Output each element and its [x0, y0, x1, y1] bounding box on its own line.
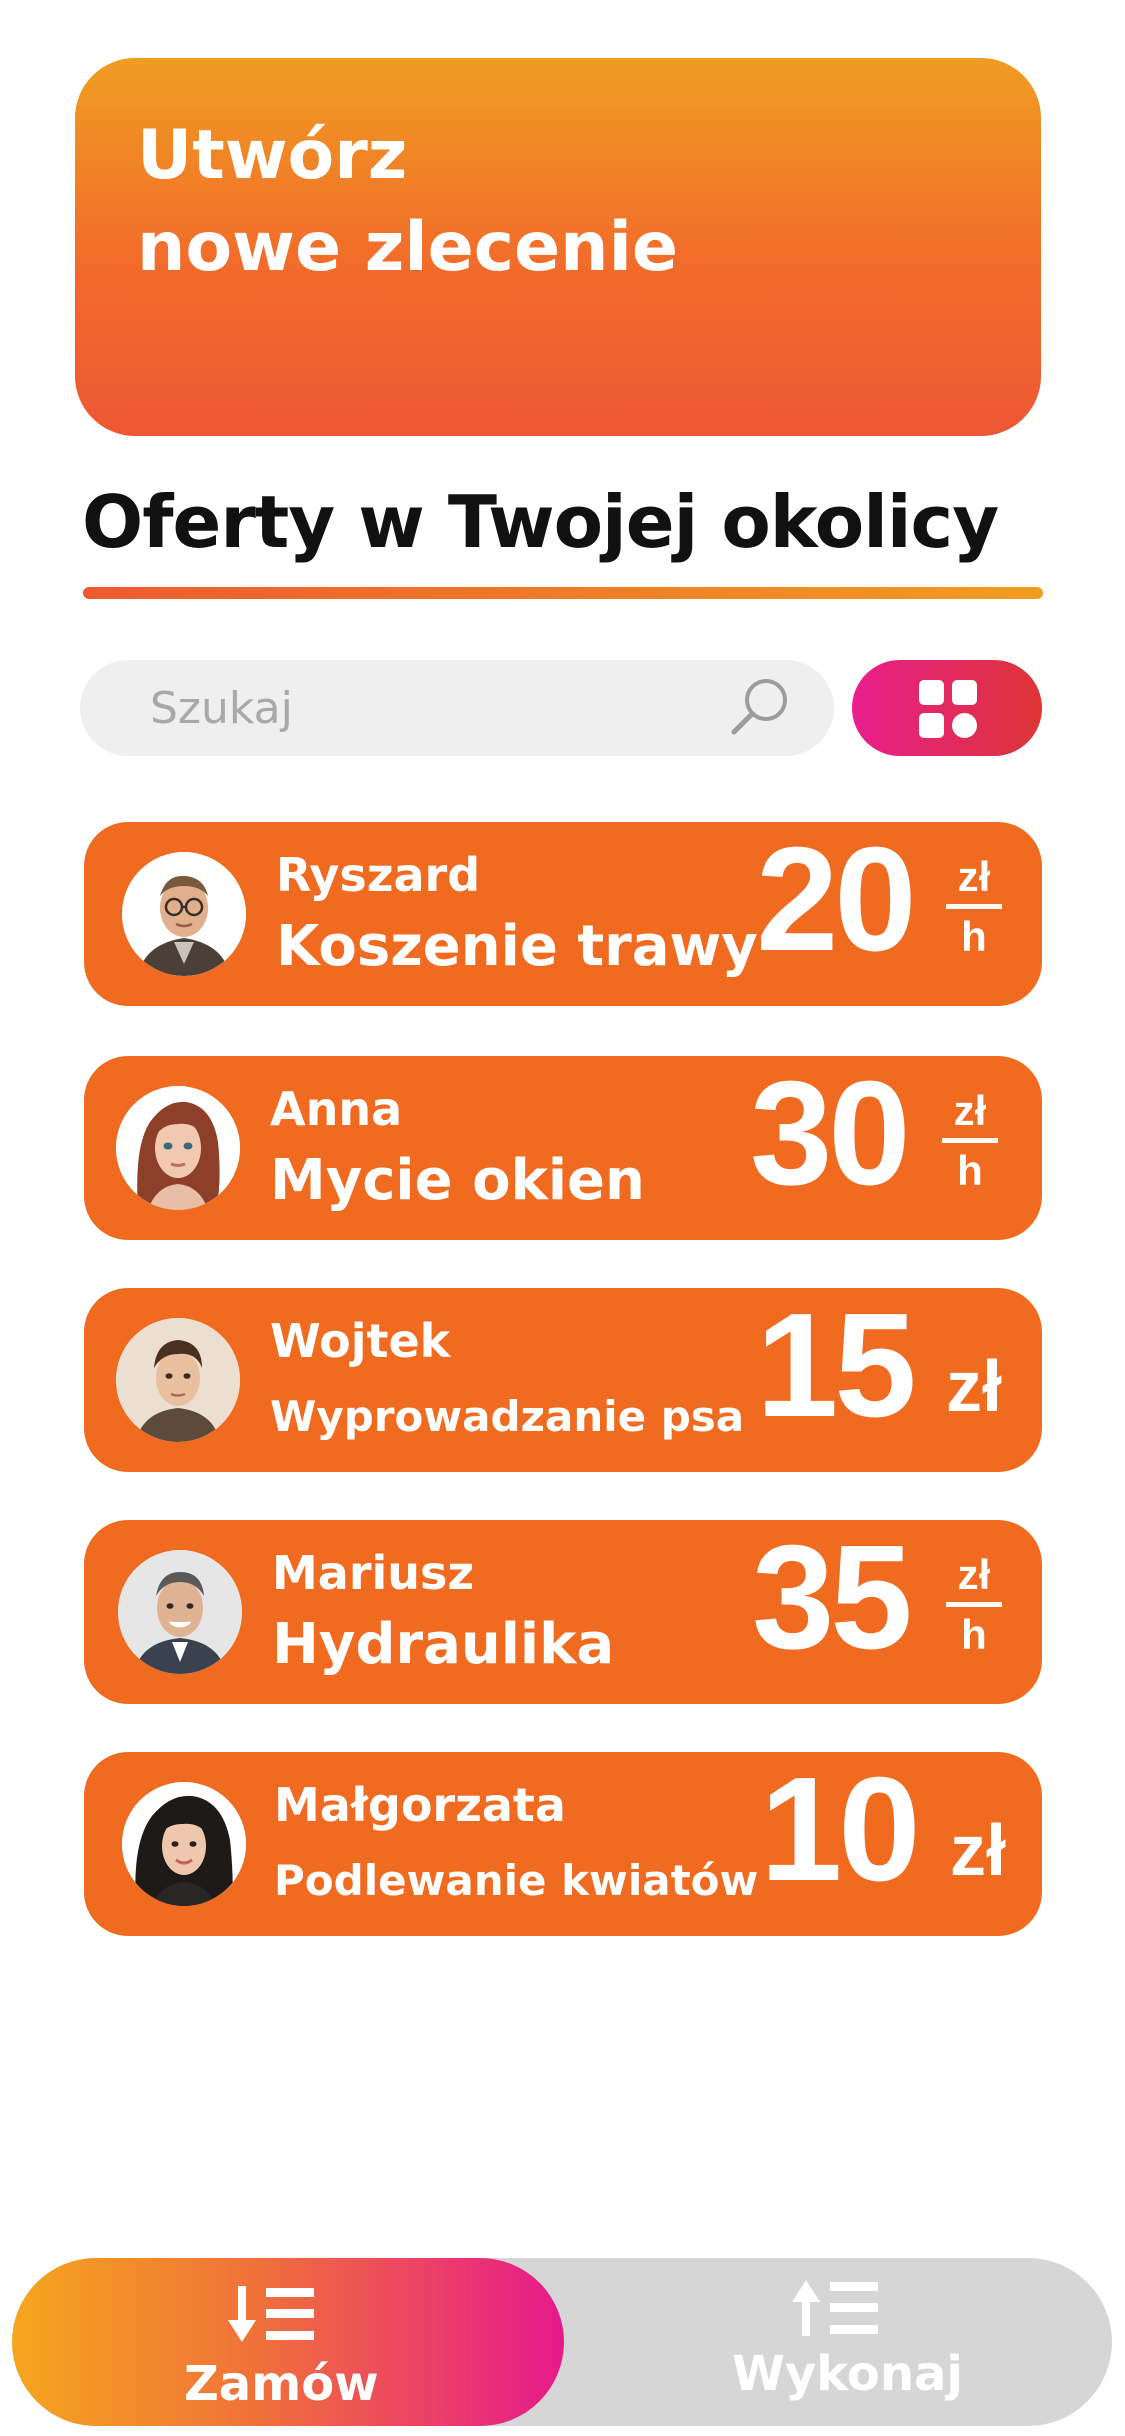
create-order-button[interactable]: Utwórz nowe zlecenie [75, 58, 1041, 436]
nav-execute-label: Wykonaj [732, 2346, 963, 2402]
price-unit-currency: zł [953, 1087, 987, 1134]
offer-price: 30 [750, 1051, 911, 1216]
create-order-line2: nowe zlecenie [137, 208, 679, 287]
nav-order-button[interactable]: Zamów [12, 2258, 564, 2426]
sort-down-list-icon [228, 2286, 314, 2342]
offer-service: Wyprowadzanie psa [270, 1392, 745, 1441]
offer-price: 20 [756, 817, 917, 982]
offer-card[interactable]: Mariusz Hydraulika 35 zł h [84, 1520, 1042, 1704]
create-order-line1: Utwórz [137, 116, 408, 195]
offer-card[interactable]: Anna Mycie okien 30 zł h [84, 1056, 1042, 1240]
view-toggle-button[interactable] [852, 660, 1042, 756]
offer-card[interactable]: Małgorzata Podlewanie kwiatów 10 zł [84, 1752, 1042, 1936]
title-underline [83, 587, 1043, 599]
woman-red-hair-avatar [116, 1086, 240, 1210]
nav-execute-button[interactable]: Wykonaj [564, 2258, 1112, 2426]
price-unit-hour: h [961, 913, 987, 960]
page-title: Oferty w Twojej okolicy [82, 480, 999, 564]
price-unit-hour: h [961, 1611, 987, 1658]
price-unit-currency: zł [957, 853, 991, 900]
grid-view-icon [919, 680, 977, 738]
search-input[interactable] [150, 678, 710, 738]
offer-provider-name: Mariusz [272, 1546, 475, 1600]
search-icon[interactable] [724, 672, 796, 744]
offer-card[interactable]: Ryszard Koszenie trawy 20 zł h [84, 822, 1042, 1006]
man-glasses-avatar [122, 852, 246, 976]
man-suit-avatar [118, 1550, 242, 1674]
offer-service: Mycie okien [270, 1148, 645, 1213]
offer-provider-name: Małgorzata [274, 1778, 566, 1832]
offer-service: Koszenie trawy [276, 914, 758, 979]
price-unit: zł h [946, 1550, 1002, 1670]
offer-service: Hydraulika [272, 1612, 615, 1677]
offer-price: 10 [760, 1747, 921, 1912]
offer-price: 15 [756, 1283, 917, 1448]
offer-provider-name: Anna [270, 1082, 403, 1136]
offer-card[interactable]: Wojtek Wyprowadzanie psa 15 zł [84, 1288, 1042, 1472]
offer-price: 35 [752, 1515, 913, 1680]
price-unit-currency: zł [950, 1811, 1007, 1891]
search-bar[interactable] [80, 660, 834, 756]
price-unit: zł h [946, 852, 1002, 972]
young-man-avatar [116, 1318, 240, 1442]
price-unit-currency: zł [957, 1551, 991, 1598]
nav-order-label: Zamów [184, 2356, 379, 2412]
price-unit: zł h [942, 1086, 998, 1206]
offer-provider-name: Wojtek [270, 1314, 451, 1368]
woman-dark-hair-avatar [122, 1782, 246, 1906]
price-unit-hour: h [957, 1147, 983, 1194]
fraction-bar [942, 1138, 998, 1143]
sort-up-list-icon [792, 2280, 878, 2336]
price-unit-currency: zł [946, 1347, 1003, 1427]
fraction-bar [946, 904, 1002, 909]
offer-provider-name: Ryszard [276, 848, 481, 902]
offer-service: Podlewanie kwiatów [274, 1856, 759, 1905]
fraction-bar [946, 1602, 1002, 1607]
